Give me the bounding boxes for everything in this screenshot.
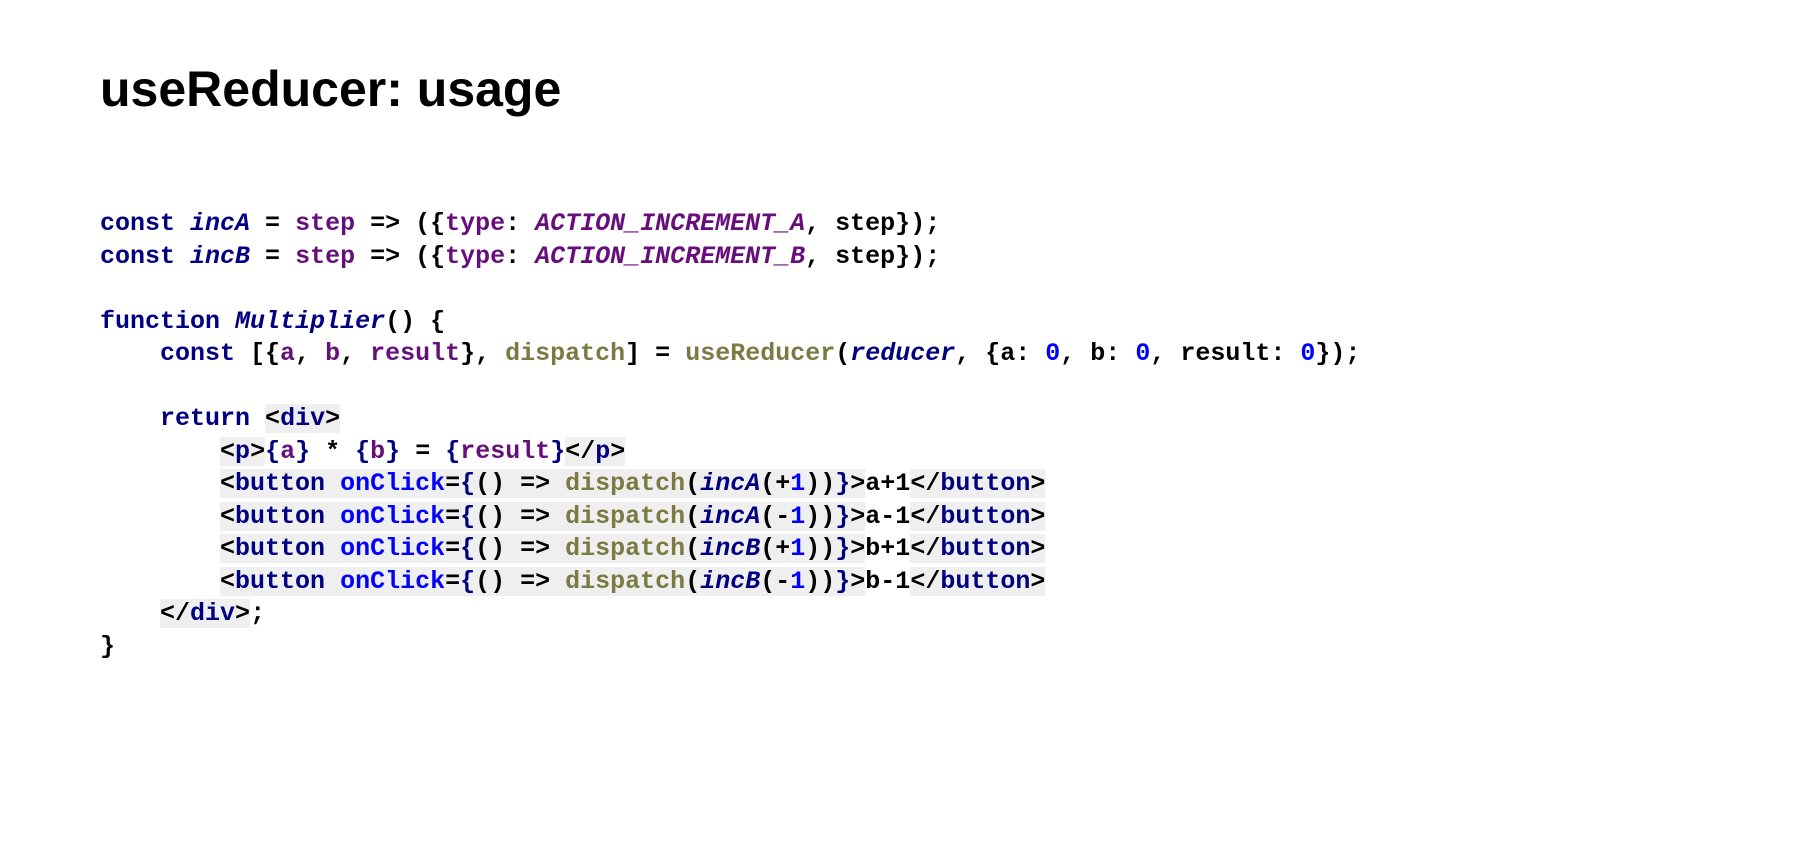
code-line-1: const incA = step => ({type: ACTION_INCR… bbox=[100, 209, 940, 238]
code-line-8: <p>{a} * {b} = {result}</p> bbox=[100, 437, 625, 466]
code-line-10: <button onClick={() => dispatch(incA(-1)… bbox=[100, 502, 1045, 531]
slide-title: useReducer: usage bbox=[100, 60, 1700, 118]
code-line-7: return <div> bbox=[100, 404, 340, 433]
code-block: const incA = step => ({type: ACTION_INCR… bbox=[100, 208, 1700, 663]
code-line-12: <button onClick={() => dispatch(incB(-1)… bbox=[100, 567, 1045, 596]
code-line-4: function Multiplier() { bbox=[100, 307, 445, 336]
code-line-5: const [{a, b, result}, dispatch] = useRe… bbox=[100, 339, 1360, 368]
code-line-14: } bbox=[100, 632, 115, 661]
code-line-11: <button onClick={() => dispatch(incB(+1)… bbox=[100, 534, 1045, 563]
code-line-9: <button onClick={() => dispatch(incA(+1)… bbox=[100, 469, 1045, 498]
code-line-13: </div>; bbox=[100, 599, 265, 628]
code-line-2: const incB = step => ({type: ACTION_INCR… bbox=[100, 242, 940, 271]
slide: useReducer: usage const incA = step => (… bbox=[0, 0, 1800, 723]
